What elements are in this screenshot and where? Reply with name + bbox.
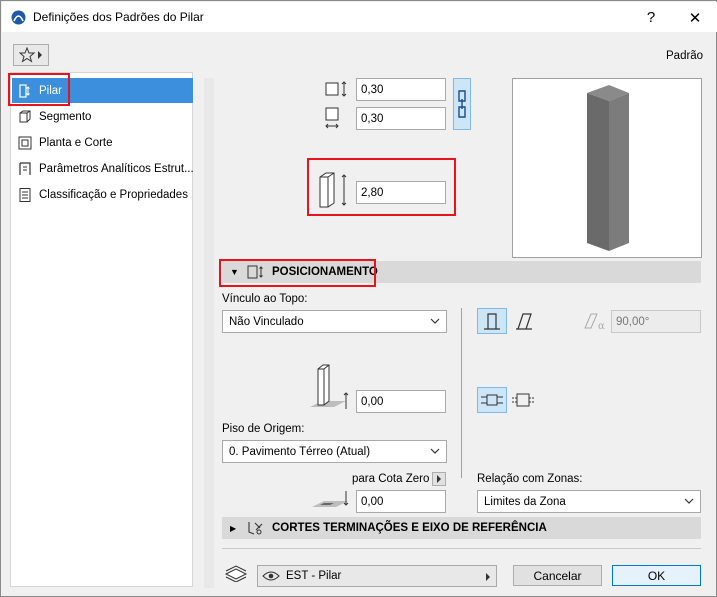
slant-angle-input[interactable]: 90,00° bbox=[611, 310, 701, 333]
top-link-select[interactable]: Não Vinculado bbox=[222, 310, 447, 333]
elevation-input[interactable]: 0,00 bbox=[356, 490, 446, 513]
close-button[interactable]: ✕ bbox=[673, 3, 717, 32]
classification-icon bbox=[19, 187, 31, 202]
home-story-select[interactable]: 0. Pavimento Térreo (Atual) bbox=[222, 440, 447, 463]
sidebar-item-label: Classificação e Propriedades bbox=[39, 188, 188, 201]
sidebar-item-parametros-analiticos[interactable]: Parâmetros Analíticos Estrut... bbox=[12, 156, 193, 181]
layer-value: EST - Pilar bbox=[286, 570, 342, 582]
chevron-down-icon bbox=[430, 318, 440, 324]
cancel-button[interactable]: Cancelar bbox=[513, 565, 602, 586]
slanted-column-toggle[interactable] bbox=[509, 308, 539, 334]
eye-icon bbox=[262, 571, 280, 581]
chevron-right-icon bbox=[437, 475, 441, 483]
to-project-zero-label: para Cota Zero bbox=[352, 473, 430, 485]
sidebar-item-planta-corte[interactable]: Planta e Corte bbox=[12, 130, 193, 155]
floorplan-section-icon bbox=[18, 136, 32, 149]
vertical-column-icon bbox=[484, 313, 500, 330]
zone-relation-select[interactable]: Limites da Zona bbox=[477, 490, 701, 513]
chevron-down-icon bbox=[430, 448, 440, 454]
help-button[interactable]: ? bbox=[629, 3, 673, 32]
sidebar-item-classificacao[interactable]: Classificação e Propriedades bbox=[12, 182, 193, 207]
depth-dimension-icon bbox=[325, 107, 339, 129]
preview-3d bbox=[512, 78, 702, 258]
sidebar-item-label: Planta e Corte bbox=[39, 136, 113, 149]
elevation-icon bbox=[312, 491, 349, 507]
section-title: CORTES TERMINAÇÕES E EIXO DE REFERÊNCIA bbox=[272, 522, 547, 534]
cuts-section-header[interactable]: ▶ CORTES TERMINAÇÕES E EIXO DE REFERÊNCI… bbox=[222, 517, 701, 539]
layers-icon bbox=[224, 565, 248, 582]
archicad-app-icon bbox=[11, 10, 26, 25]
column-preview-image bbox=[587, 85, 629, 251]
preset-label: Padrão bbox=[666, 50, 704, 62]
zone-relation-label: Relação com Zonas: bbox=[477, 473, 583, 485]
segment-icon bbox=[19, 110, 31, 122]
layer-select[interactable]: EST - Pilar bbox=[257, 565, 497, 587]
reference-level-button[interactable] bbox=[432, 472, 446, 486]
star-icon bbox=[19, 47, 36, 63]
expand-triangle-icon: ▶ bbox=[230, 523, 237, 533]
top-link-label: Vínculo ao Topo: bbox=[222, 293, 308, 305]
width-input[interactable]: 0,30 bbox=[356, 78, 446, 101]
ok-button[interactable]: OK bbox=[612, 565, 701, 586]
depth-input[interactable]: 0,30 bbox=[356, 107, 446, 130]
top-offset-input[interactable]: 0,00 bbox=[356, 390, 446, 413]
sidebar: Pilar Segmento Planta e Corte Parâmetros… bbox=[10, 72, 193, 587]
chevron-right-icon bbox=[486, 573, 490, 581]
panel-scrollbar[interactable] bbox=[204, 78, 214, 588]
chevron-right-icon bbox=[38, 51, 42, 59]
slanted-column-icon bbox=[516, 313, 532, 330]
window-title: Definições dos Padrões do Pilar bbox=[33, 10, 204, 24]
title-bar: Definições dos Padrões do Pilar ? ✕ bbox=[2, 2, 717, 32]
sidebar-item-label: Parâmetros Analíticos Estrut... bbox=[39, 162, 193, 175]
zone-relation-toggle-a[interactable] bbox=[477, 387, 507, 413]
top-offset-icon bbox=[310, 364, 349, 409]
highlight-box-pilar bbox=[8, 73, 70, 106]
slant-angle-icon: α bbox=[584, 313, 605, 332]
footer-divider bbox=[222, 548, 701, 549]
top-link-value: Não Vinculado bbox=[229, 315, 304, 328]
zone-cut-icon bbox=[512, 393, 534, 407]
structural-analysis-icon bbox=[19, 161, 31, 175]
zone-relation-toggle-b[interactable] bbox=[508, 387, 538, 413]
home-story-value: 0. Pavimento Térreo (Atual) bbox=[229, 445, 371, 458]
highlight-box-positioning bbox=[219, 259, 376, 287]
width-dimension-icon bbox=[325, 81, 347, 97]
home-story-label: Piso de Origem: bbox=[222, 423, 305, 435]
vertical-column-toggle[interactable] bbox=[477, 308, 507, 334]
favorites-button[interactable] bbox=[13, 44, 49, 66]
chain-link-icon bbox=[458, 90, 466, 118]
chevron-down-icon bbox=[684, 498, 694, 504]
dialog-window: Definições dos Padrões do Pilar ? ✕ Padr… bbox=[0, 0, 717, 597]
svg-text:α: α bbox=[598, 321, 605, 332]
cuts-icon bbox=[248, 522, 263, 535]
column-divider bbox=[461, 308, 462, 478]
link-dimensions-toggle[interactable] bbox=[453, 78, 471, 130]
highlight-box-height bbox=[307, 158, 456, 216]
zone-relation-value: Limites da Zona bbox=[484, 495, 566, 508]
sidebar-item-label: Segmento bbox=[39, 110, 92, 123]
zone-boundary-icon bbox=[481, 394, 503, 406]
sidebar-item-segmento[interactable]: Segmento bbox=[12, 104, 193, 129]
